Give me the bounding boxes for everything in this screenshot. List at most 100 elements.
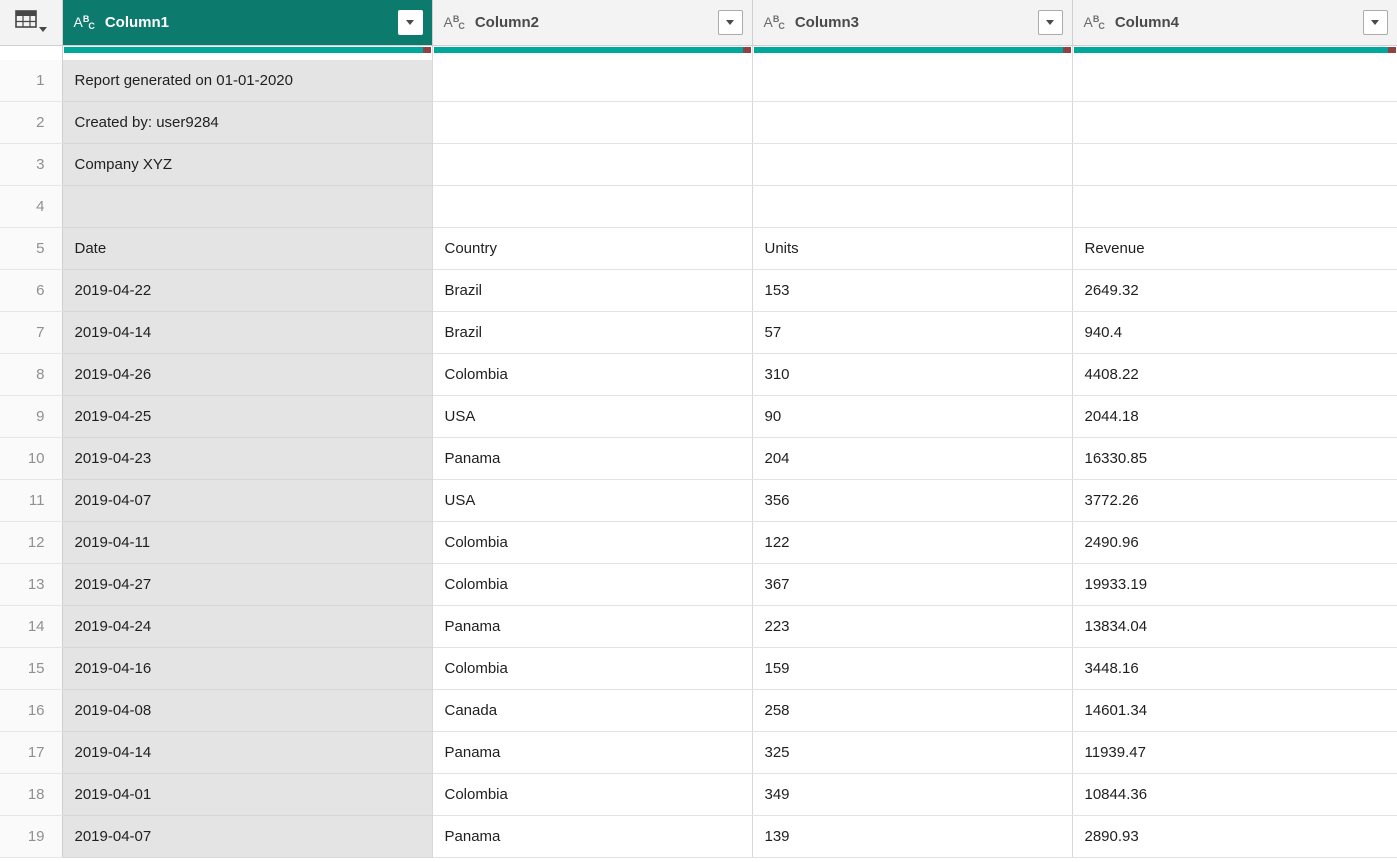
row-number[interactable]: 3: [0, 143, 63, 186]
cell[interactable]: 3448.16: [1072, 647, 1397, 690]
filter-dropdown-button[interactable]: [1037, 10, 1063, 35]
cell[interactable]: 122: [752, 521, 1073, 564]
column-header-column3[interactable]: ABC Column3: [752, 0, 1073, 46]
text-data-type-icon[interactable]: ABC: [764, 14, 786, 31]
text-data-type-icon[interactable]: ABC: [74, 14, 96, 31]
cell[interactable]: 223: [752, 605, 1073, 648]
cell[interactable]: Created by: user9284: [62, 101, 433, 144]
cell[interactable]: [432, 185, 753, 228]
cell[interactable]: 153: [752, 269, 1073, 312]
cell[interactable]: 310: [752, 353, 1073, 396]
cell[interactable]: Country: [432, 227, 753, 270]
cell[interactable]: Colombia: [432, 647, 753, 690]
cell[interactable]: 2019-04-11: [62, 521, 433, 564]
cell[interactable]: 367: [752, 563, 1073, 606]
row-number[interactable]: 12: [0, 521, 63, 564]
cell[interactable]: 2019-04-24: [62, 605, 433, 648]
cell[interactable]: Brazil: [432, 311, 753, 354]
cell[interactable]: 2019-04-07: [62, 815, 433, 858]
cell[interactable]: 2044.18: [1072, 395, 1397, 438]
cell[interactable]: 940.4: [1072, 311, 1397, 354]
row-number[interactable]: 7: [0, 311, 63, 354]
cell[interactable]: 2019-04-16: [62, 647, 433, 690]
filter-dropdown-button[interactable]: [1362, 10, 1388, 35]
cell[interactable]: [752, 185, 1073, 228]
cell[interactable]: Panama: [432, 437, 753, 480]
cell[interactable]: Canada: [432, 689, 753, 732]
cell[interactable]: 14601.34: [1072, 689, 1397, 732]
cell[interactable]: 2019-04-01: [62, 773, 433, 816]
row-number[interactable]: 6: [0, 269, 63, 312]
cell[interactable]: Report generated on 01-01-2020: [62, 60, 433, 102]
row-number[interactable]: 19: [0, 815, 63, 858]
cell[interactable]: [432, 101, 753, 144]
cell[interactable]: 2019-04-14: [62, 731, 433, 774]
cell[interactable]: USA: [432, 479, 753, 522]
cell[interactable]: Panama: [432, 605, 753, 648]
cell[interactable]: Units: [752, 227, 1073, 270]
cell[interactable]: [1072, 101, 1397, 144]
cell[interactable]: [1072, 185, 1397, 228]
cell[interactable]: Colombia: [432, 521, 753, 564]
row-number[interactable]: 14: [0, 605, 63, 648]
cell[interactable]: 325: [752, 731, 1073, 774]
filter-dropdown-button[interactable]: [397, 10, 423, 35]
cell[interactable]: [752, 143, 1073, 186]
column-header-column4[interactable]: ABC Column4: [1072, 0, 1397, 46]
column-header-column1[interactable]: ABC Column1: [62, 0, 433, 46]
cell[interactable]: 2019-04-22: [62, 269, 433, 312]
cell[interactable]: 2019-04-26: [62, 353, 433, 396]
cell[interactable]: 2649.32: [1072, 269, 1397, 312]
cell[interactable]: 2019-04-23: [62, 437, 433, 480]
cell[interactable]: Colombia: [432, 353, 753, 396]
cell[interactable]: 2019-04-27: [62, 563, 433, 606]
cell[interactable]: 204: [752, 437, 1073, 480]
cell[interactable]: 11939.47: [1072, 731, 1397, 774]
cell[interactable]: [432, 143, 753, 186]
cell[interactable]: 2890.93: [1072, 815, 1397, 858]
cell[interactable]: 90: [752, 395, 1073, 438]
cell[interactable]: USA: [432, 395, 753, 438]
cell[interactable]: 2490.96: [1072, 521, 1397, 564]
row-number[interactable]: 15: [0, 647, 63, 690]
row-number[interactable]: 8: [0, 353, 63, 396]
row-number[interactable]: 1: [0, 60, 63, 102]
cell[interactable]: 2019-04-14: [62, 311, 433, 354]
cell[interactable]: 139: [752, 815, 1073, 858]
row-number[interactable]: 13: [0, 563, 63, 606]
cell[interactable]: [1072, 60, 1397, 102]
cell[interactable]: 10844.36: [1072, 773, 1397, 816]
row-number[interactable]: 2: [0, 101, 63, 144]
cell[interactable]: 258: [752, 689, 1073, 732]
row-number[interactable]: 10: [0, 437, 63, 480]
row-number[interactable]: 9: [0, 395, 63, 438]
row-number[interactable]: 11: [0, 479, 63, 522]
cell[interactable]: 2019-04-25: [62, 395, 433, 438]
cell[interactable]: Panama: [432, 731, 753, 774]
cell[interactable]: [752, 60, 1073, 102]
cell[interactable]: 4408.22: [1072, 353, 1397, 396]
column-header-column2[interactable]: ABC Column2: [432, 0, 753, 46]
filter-dropdown-button[interactable]: [717, 10, 743, 35]
cell[interactable]: 19933.19: [1072, 563, 1397, 606]
cell[interactable]: Company XYZ: [62, 143, 433, 186]
cell[interactable]: 2019-04-08: [62, 689, 433, 732]
cell[interactable]: [752, 101, 1073, 144]
cell[interactable]: 16330.85: [1072, 437, 1397, 480]
cell[interactable]: Colombia: [432, 773, 753, 816]
cell[interactable]: Revenue: [1072, 227, 1397, 270]
cell[interactable]: [1072, 143, 1397, 186]
cell[interactable]: 159: [752, 647, 1073, 690]
cell[interactable]: [62, 185, 433, 228]
text-data-type-icon[interactable]: ABC: [1084, 14, 1106, 31]
row-number[interactable]: 17: [0, 731, 63, 774]
cell[interactable]: Brazil: [432, 269, 753, 312]
cell[interactable]: Panama: [432, 815, 753, 858]
select-all-corner[interactable]: [0, 0, 63, 46]
cell[interactable]: 356: [752, 479, 1073, 522]
cell[interactable]: 13834.04: [1072, 605, 1397, 648]
cell[interactable]: 3772.26: [1072, 479, 1397, 522]
cell[interactable]: Colombia: [432, 563, 753, 606]
cell[interactable]: 349: [752, 773, 1073, 816]
cell[interactable]: 2019-04-07: [62, 479, 433, 522]
